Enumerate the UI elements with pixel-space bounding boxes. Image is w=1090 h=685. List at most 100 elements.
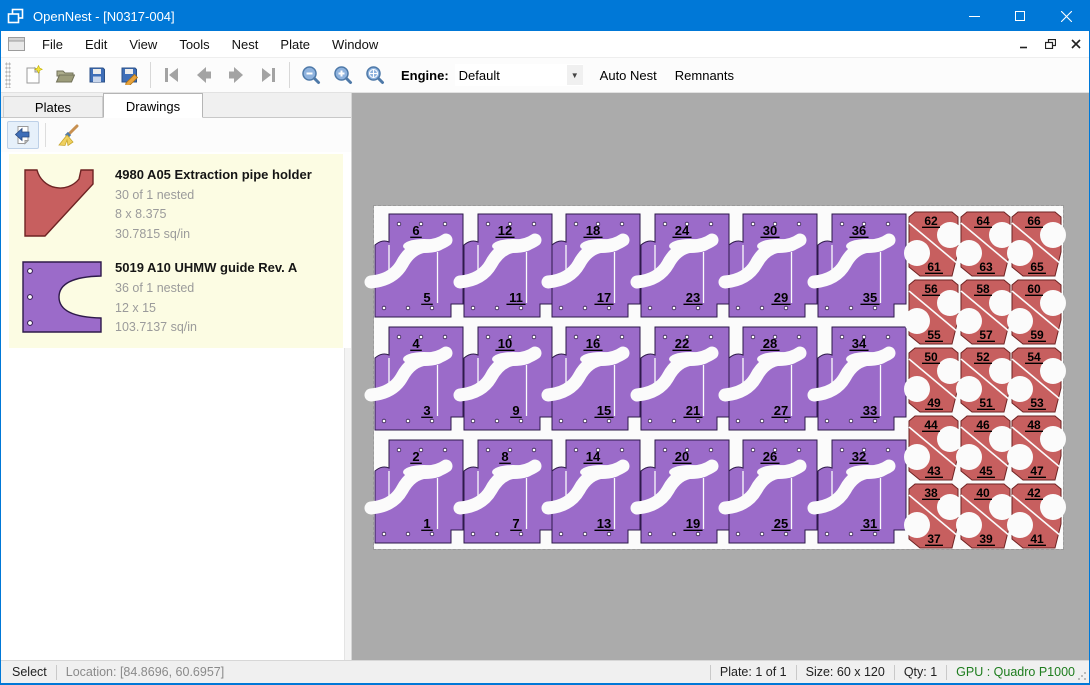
engine-select[interactable]: Default ▼ [455, 64, 583, 86]
part-number: 26 [763, 449, 777, 464]
nested-part-pair[interactable]: 5655 [908, 278, 959, 346]
status-bar: Select Location: [84.8696, 60.6957] Plat… [1, 660, 1089, 683]
save-as-button[interactable] [113, 61, 145, 89]
part-number: 21 [686, 403, 700, 418]
nested-part-pair[interactable]: 3433 [818, 325, 906, 432]
next-plate-button[interactable] [220, 61, 252, 89]
status-plate: Plate: 1 of 1 [720, 665, 787, 679]
nested-part-pair[interactable]: 6059 [1011, 278, 1062, 346]
menu-tools[interactable]: Tools [168, 33, 220, 56]
part-number: 36 [852, 223, 866, 238]
part-number: 50 [924, 350, 938, 364]
nested-part-pair[interactable]: 2423 [641, 212, 729, 319]
toolbar-grip[interactable] [5, 62, 11, 88]
nested-part-pair[interactable]: 65 [375, 212, 463, 319]
part-number: 52 [976, 350, 990, 364]
nested-part-pair[interactable]: 3635 [818, 212, 906, 319]
part-number: 25 [774, 516, 788, 531]
resize-grip[interactable] [1075, 661, 1089, 683]
nested-part-pair[interactable]: 2221 [641, 325, 729, 432]
part-number: 5 [423, 290, 430, 305]
nested-part-pair[interactable]: 4039 [960, 482, 1011, 550]
main-toolbar: Engine: Default ▼ Auto Nest Remnants [1, 57, 1089, 93]
part-number: 20 [675, 449, 689, 464]
auto-nest-button[interactable]: Auto Nest [591, 63, 666, 88]
new-file-button[interactable] [17, 61, 49, 89]
previous-plate-button[interactable] [188, 61, 220, 89]
part-number: 11 [509, 290, 523, 305]
nested-part-pair[interactable]: 4847 [1011, 414, 1062, 482]
maximize-button[interactable] [997, 1, 1043, 31]
drawing-item[interactable]: 5019 A10 UHMW guide Rev. A 36 of 1 neste… [9, 251, 343, 344]
nested-part-pair[interactable]: 6463 [960, 210, 1011, 278]
nested-part-pair[interactable]: 1211 [464, 212, 552, 319]
part-number: 30 [763, 223, 777, 238]
status-gpu: GPU : Quadro P1000 [956, 665, 1075, 679]
tab-plates[interactable]: Plates [3, 96, 103, 117]
zoom-in-button[interactable] [327, 61, 359, 89]
panel-scrollbar[interactable] [344, 348, 351, 660]
nested-part-pair[interactable]: 1817 [552, 212, 640, 319]
part-number: 19 [686, 516, 700, 531]
chevron-down-icon[interactable]: ▼ [567, 65, 583, 85]
nested-part-pair[interactable]: 87 [464, 438, 552, 545]
import-drawing-button[interactable] [7, 121, 39, 149]
part-number: 13 [597, 516, 611, 531]
nested-part-pair[interactable]: 5453 [1011, 346, 1062, 414]
nested-part-pair[interactable]: 1615 [552, 325, 640, 432]
mdi-minimize-button[interactable] [1011, 33, 1037, 55]
drawing-thumbnail-purple [17, 258, 109, 337]
nested-part-pair[interactable]: 4443 [908, 414, 959, 482]
nested-part-pair[interactable]: 52 51 [960, 346, 1011, 414]
nested-part-pair[interactable]: 2019 [641, 438, 729, 545]
tab-drawings[interactable]: Drawings [103, 93, 203, 118]
nested-part-pair[interactable]: 5049 [908, 346, 959, 414]
nested-part-pair[interactable]: 5857 [960, 278, 1011, 346]
menu-view[interactable]: View [118, 33, 168, 56]
window-title: OpenNest - [N0317-004] [33, 9, 175, 24]
status-size: Size: 60 x 120 [806, 665, 885, 679]
part-number: 8 [501, 449, 508, 464]
nested-part-pair[interactable]: 4241 [1011, 482, 1062, 550]
part-number: 37 [927, 532, 941, 546]
document-system-icon[interactable] [1, 37, 31, 51]
part-number: 51 [979, 396, 993, 410]
nested-part-pair[interactable]: 6665 [1011, 210, 1062, 278]
menu-edit[interactable]: Edit [74, 33, 118, 56]
nested-part-pair[interactable]: 26 25 [729, 438, 817, 545]
nest-canvas[interactable]: 6512111817242330293635431091615222128273… [352, 93, 1089, 660]
nested-part-pair[interactable]: 3837 [908, 482, 959, 550]
mdi-close-button[interactable] [1063, 33, 1089, 55]
drawing-item[interactable]: 4980 A05 Extraction pipe holder 30 of 1 … [9, 158, 343, 251]
close-button[interactable] [1043, 1, 1089, 31]
nested-part-pair[interactable]: 43 [375, 325, 463, 432]
remnants-button[interactable]: Remnants [666, 63, 743, 88]
nested-part-pair[interactable]: 3231 [818, 438, 906, 545]
part-number: 14 [586, 449, 601, 464]
minimize-button[interactable] [951, 1, 997, 31]
drawings-panel: Plates Drawings [1, 93, 352, 660]
menu-window[interactable]: Window [321, 33, 389, 56]
zoom-out-button[interactable] [295, 61, 327, 89]
save-button[interactable] [81, 61, 113, 89]
open-file-button[interactable] [49, 61, 81, 89]
clean-broom-button[interactable] [52, 121, 84, 149]
last-plate-button[interactable] [252, 61, 284, 89]
menu-nest[interactable]: Nest [221, 33, 270, 56]
part-number: 9 [512, 403, 519, 418]
nested-part-pair[interactable]: 14 13 [552, 438, 640, 545]
nested-part-pair[interactable]: 6261 [908, 210, 959, 278]
zoom-fit-button[interactable] [359, 61, 391, 89]
nested-part-pair[interactable]: 2827 [729, 325, 817, 432]
mdi-restore-button[interactable] [1037, 33, 1063, 55]
menu-plate[interactable]: Plate [269, 33, 321, 56]
nested-part-pair[interactable]: 4645 [960, 414, 1011, 482]
nested-part-pair[interactable]: 109 [464, 325, 552, 432]
first-plate-button[interactable] [156, 61, 188, 89]
menu-file[interactable]: File [31, 33, 74, 56]
nested-part-pair[interactable]: 21 [375, 438, 463, 545]
nested-part-pair[interactable]: 3029 [729, 212, 817, 319]
part-number: 24 [675, 223, 690, 238]
part-number: 58 [976, 282, 990, 296]
plate[interactable]: 6512111817242330293635431091615222128273… [374, 206, 1063, 549]
